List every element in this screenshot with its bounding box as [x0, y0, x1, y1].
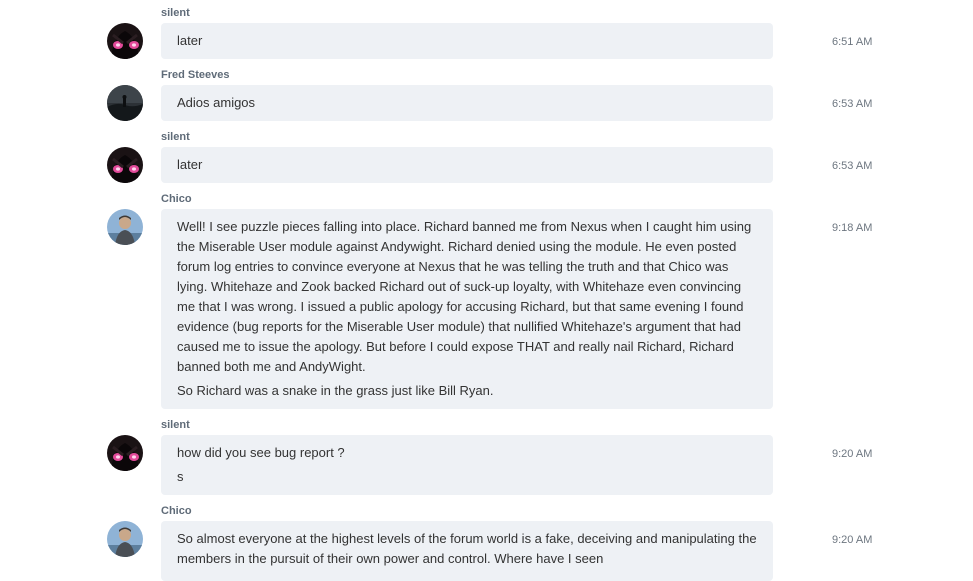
message-author[interactable]: Fred Steeves	[161, 69, 229, 81]
message-bubble: later	[161, 23, 773, 59]
anime-avatar-icon[interactable]	[107, 147, 143, 183]
message-author[interactable]: silent	[161, 7, 190, 19]
message-timestamp: 6:53 AM	[832, 98, 873, 110]
anime-avatar-icon[interactable]	[107, 435, 143, 471]
message-text: So almost everyone at the highest levels…	[177, 531, 757, 566]
message-text: Well! I see puzzle pieces falling into p…	[177, 219, 752, 374]
message-author[interactable]: Chico	[161, 505, 192, 517]
message-text: how did you see bug report ?	[177, 445, 345, 460]
message-timestamp: 9:20 AM	[832, 448, 873, 460]
message-bubble: later	[161, 147, 773, 183]
night-landscape-avatar-icon[interactable]	[107, 85, 143, 121]
anime-avatar-icon[interactable]	[107, 23, 143, 59]
message-text: later	[177, 157, 203, 172]
message-text: s	[177, 469, 184, 484]
man-photo-avatar-icon[interactable]	[107, 521, 143, 557]
message-bubble: how did you see bug report ? s	[161, 435, 773, 495]
man-photo-avatar-icon[interactable]	[107, 209, 143, 245]
message-author[interactable]: Chico	[161, 193, 192, 205]
message-bubble: So almost everyone at the highest levels…	[161, 521, 773, 581]
message-timestamp: 6:53 AM	[832, 160, 873, 172]
message-text: later	[177, 33, 203, 48]
message-timestamp: 6:51 AM	[832, 36, 873, 48]
message-author[interactable]: silent	[161, 131, 190, 143]
message-author[interactable]: silent	[161, 419, 190, 431]
message-text: Adios amigos	[177, 95, 256, 110]
message-timestamp: 9:18 AM	[832, 222, 873, 234]
message-bubble: Adios amigos	[161, 85, 773, 121]
message-timestamp: 9:20 AM	[832, 534, 873, 546]
message-text: So Richard was a snake in the grass just…	[177, 383, 494, 398]
message-bubble: Well! I see puzzle pieces falling into p…	[161, 209, 773, 409]
